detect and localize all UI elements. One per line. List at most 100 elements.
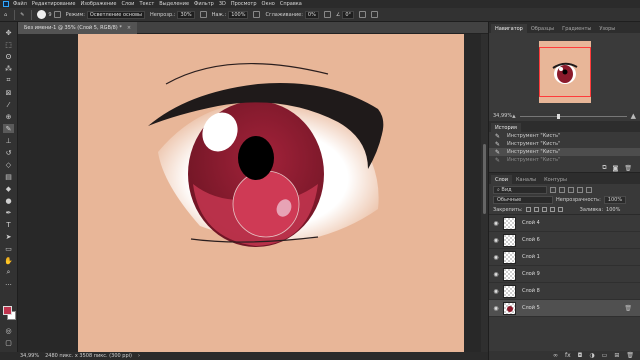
layer-row[interactable]: ◉ Слой 5 🗑 [489,300,640,317]
zoom-out-mountain-icon[interactable]: ▴ [512,112,516,120]
healing-tool-icon[interactable]: ⊕ [3,112,14,121]
frame-tool-icon[interactable]: ⊠ [3,88,14,97]
mode-select[interactable]: Осветление основы [86,10,145,19]
menu-view[interactable]: Просмотр [231,1,257,7]
navigator-zoom-knob[interactable] [557,113,561,119]
text-tool-icon[interactable]: T [3,220,14,229]
layer-row[interactable]: ◉ Слой 4 [489,215,640,232]
zoom-tool-icon[interactable]: ⌕ [3,268,14,277]
tab-paths[interactable]: Контуры [540,175,571,184]
navigator-view-rectangle[interactable] [539,47,591,97]
angle-field[interactable]: 0° [342,10,355,19]
marquee-tool-icon[interactable]: ⬚ [3,40,14,49]
fill-value[interactable]: 100% [606,207,620,213]
smoothing-settings-icon[interactable] [323,11,331,18]
menu-window[interactable]: Окно [262,1,275,7]
pressure-size-icon[interactable] [359,11,367,18]
brush-size[interactable]: 9 [48,12,51,18]
adjustment-layer-icon[interactable]: ◑ [589,352,594,359]
tab-swatches[interactable]: Образцы [527,24,558,33]
brush-tool-icon[interactable]: ✎ [20,12,24,18]
menu-image[interactable]: Изображение [80,1,116,7]
menu-edit[interactable]: Редактирование [32,1,76,7]
link-layers-icon[interactable]: ∞ [553,352,558,359]
menu-text[interactable]: Текст [139,1,154,7]
gradient-tool-icon[interactable]: ▤ [3,172,14,181]
tab-channels[interactable]: Каналы [512,175,540,184]
history-item[interactable]: ✎ Инструмент "Кисть" [489,132,640,140]
lock-artboard-icon[interactable] [549,207,555,212]
history-item[interactable]: ✎ Инструмент "Кисть" [489,140,640,148]
home-icon[interactable]: ⌂ [4,12,7,18]
blend-mode-select[interactable]: Обычные [493,196,553,204]
delete-layer-icon[interactable]: 🗑 [626,352,634,359]
add-mask-icon[interactable]: ◘ [578,352,583,359]
layer-row[interactable]: ◉ Слой 8 [489,283,640,300]
history-item[interactable]: ✎ Инструмент "Кисть" [489,148,640,156]
snapshot-camera-icon[interactable]: ◙ [613,165,619,172]
pressure-opacity-icon[interactable] [199,11,207,18]
visibility-eye-icon[interactable]: ◉ [489,237,503,244]
stamp-tool-icon[interactable]: ⊥ [3,136,14,145]
canvas-workspace[interactable] [18,34,481,352]
visibility-eye-icon[interactable]: ◉ [489,271,503,278]
layer-kind-filter[interactable]: ⌕ Вид [493,185,547,194]
history-item[interactable]: ✎ Инструмент "Кисть" [489,156,640,164]
shape-tool-icon[interactable]: ▭ [3,244,14,253]
filter-pixel-icon[interactable] [550,186,556,193]
blur-tool-icon[interactable]: ◆ [3,184,14,193]
eyedropper-tool-icon[interactable]: ⁄ [3,100,14,109]
hand-tool-icon[interactable]: ✋ [3,256,14,265]
layer-row[interactable]: ◉ Слой 9 [489,266,640,283]
filter-smart-object-icon[interactable] [586,186,592,193]
move-tool-icon[interactable]: ✥ [3,28,14,37]
visibility-eye-icon[interactable]: ◉ [489,254,503,261]
visibility-eye-icon[interactable]: ◉ [489,220,503,227]
filter-shape-icon[interactable] [577,186,583,193]
visibility-eye-icon[interactable]: ◉ [489,305,503,312]
tab-patterns[interactable]: Узоры [595,24,619,33]
dodge-tool-icon[interactable]: ● [3,196,14,205]
layer-style-icon[interactable]: fx [565,352,571,359]
foreground-color-swatch[interactable] [3,306,12,315]
symmetry-icon[interactable] [371,11,379,18]
layer-row[interactable]: ◉ Слой 1 [489,249,640,266]
opacity-field[interactable]: 30% [177,10,195,19]
flow-field[interactable]: 100% [228,10,249,19]
layer-opacity-field[interactable]: 100% [603,196,627,204]
lasso-tool-icon[interactable]: ʘ [3,52,14,61]
crop-tool-icon[interactable]: ⌗ [3,76,14,85]
menu-3d[interactable]: 3D [219,1,226,7]
smoothing-field[interactable]: 0% [304,10,319,19]
close-tab-icon[interactable]: × [127,25,131,31]
lock-transparent-icon[interactable] [525,207,531,212]
brush-preset-icon[interactable] [37,10,47,19]
visibility-eye-icon[interactable]: ◉ [489,288,503,295]
tab-gradients[interactable]: Градиенты [558,24,595,33]
vertical-scrollbar[interactable] [481,34,488,352]
delete-state-icon[interactable]: 🗑 [624,165,632,172]
filter-adjustment-icon[interactable] [559,186,565,193]
scrollbar-thumb[interactable] [483,144,486,214]
lock-pixels-icon[interactable] [533,207,539,212]
document-canvas[interactable] [78,34,464,352]
status-zoom[interactable]: 34,99% [20,353,39,359]
tab-history[interactable]: История [491,123,521,132]
zoom-in-mountain-icon[interactable]: ▲ [631,112,636,120]
lock-all-icon[interactable] [557,207,563,212]
brush-tool-icon[interactable]: ✎ [3,124,14,133]
airbrush-icon[interactable] [253,11,261,18]
tab-navigator[interactable]: Навигатор [491,24,527,33]
menu-help[interactable]: Справка [280,1,302,7]
eraser-tool-icon[interactable]: ◇ [3,160,14,169]
menu-layers[interactable]: Слои [121,1,134,7]
filter-type-icon[interactable] [568,186,574,193]
menu-file[interactable]: Файл [13,1,27,7]
new-document-from-state-icon[interactable]: ⧉ [602,164,606,172]
navigator-zoom-slider[interactable] [519,113,627,119]
navigator-zoom-value[interactable]: 34,99% [493,113,512,119]
brush-settings-icon[interactable] [53,11,61,18]
status-arrow-icon[interactable]: › [138,353,140,359]
menu-filter[interactable]: Фильтр [194,1,214,7]
pen-tool-icon[interactable]: ✒ [3,208,14,217]
